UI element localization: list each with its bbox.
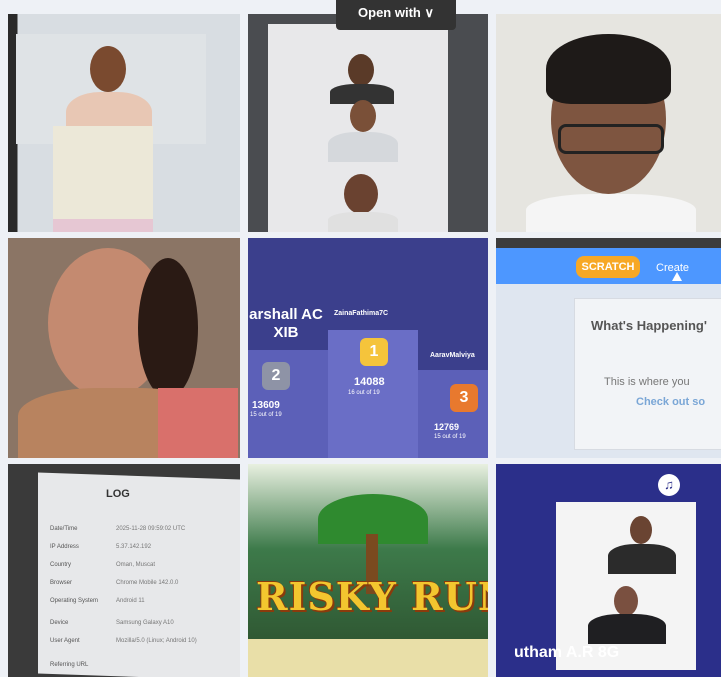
third-place-name: AaravMalviya [430,352,475,359]
person-head [90,46,126,92]
log-row-value: Chrome Mobile 142.0.0 [116,580,179,586]
log-row-value: Oman, Muscat [116,562,156,568]
person-body [328,212,398,232]
log-title: LOG [106,488,130,500]
log-row-label: Referring URL [50,662,89,668]
podium-third [418,370,488,458]
pink-strip [53,219,153,232]
whats-happening-text: This is where you [604,376,690,388]
video-tile-3 [496,14,721,232]
video-tile-1 [8,14,240,232]
music-icon[interactable]: ♫ [658,474,680,496]
rank-1-badge: 1 [360,338,388,366]
person-head [614,586,638,616]
log-row-value: 5.37.142.192 [116,544,152,550]
log-row-value: Mozilla/5.0 (Linux; Android 10) [116,638,197,644]
log-row-value: Samsung Galaxy A10 [116,620,174,626]
participant-name: utham A.R 8G [514,644,620,661]
glasses [558,124,664,154]
log-row-value: Android 11 [116,598,145,604]
hair [138,258,198,398]
scratch-logo[interactable]: SCRATCH [576,256,640,278]
log-row-value: 2025-11-28 09:59:02 UTC [116,526,186,532]
log-row-label: Browser [50,580,73,586]
rank-3-badge: 3 [450,384,478,412]
leaderboard-tile: arshall AC XIB ZainaFathima7C AaravMalvi… [248,238,488,458]
rank-2-badge: 2 [262,362,290,390]
ground [248,639,488,677]
whats-happening-heading: What's Happening' [591,318,707,333]
person-body [608,544,676,574]
video-tile-2 [248,14,488,232]
first-place-name: ZainaFathima7C [334,310,389,317]
second-place-name: arshall AC XIB [249,306,323,341]
hair [546,34,671,104]
log-row-label: Operating System [50,598,99,604]
third-place-detail: 15 out of 19 [434,434,466,440]
mouse-cursor-icon [672,272,682,281]
game-tile: RISKY RUN [248,464,488,677]
person-body [588,614,666,644]
scratch-tile: SCRATCH Create What's Happening' This is… [496,238,721,458]
first-place-detail: 16 out of 19 [348,390,380,396]
log-row-label: IP Address [50,544,79,550]
person-head [630,516,652,544]
log-row-label: Country [50,562,72,568]
person-body [328,132,398,162]
open-with-button[interactable]: Open with ∨ [336,0,456,30]
video-tile-9: ♫ utham A.R 8G [496,464,721,677]
person-body [526,194,696,232]
second-place-detail: 15 out of 19 [250,412,282,418]
scarf [158,388,238,458]
video-tile-4 [8,238,240,458]
third-place-score: 12769 [434,422,460,432]
game-title: RISKY RUN [256,574,488,619]
person-head [350,100,376,132]
person-head [348,54,374,86]
browser-bookmarks-bar [496,238,721,248]
whiteboard-panel [53,126,153,232]
check-out-link[interactable]: Check out so [636,396,705,408]
log-row-label: User Agent [50,638,80,644]
log-row-label: Date/Time [50,526,78,532]
log-tile: LOG Date/Time 2025-11-28 09:59:02 UTC IP… [8,464,240,677]
log-paper [38,472,240,677]
second-place-score: 13609 [252,400,280,411]
log-row-label: Device [50,620,69,626]
first-place-score: 14088 [354,376,385,388]
person-head [344,174,378,214]
